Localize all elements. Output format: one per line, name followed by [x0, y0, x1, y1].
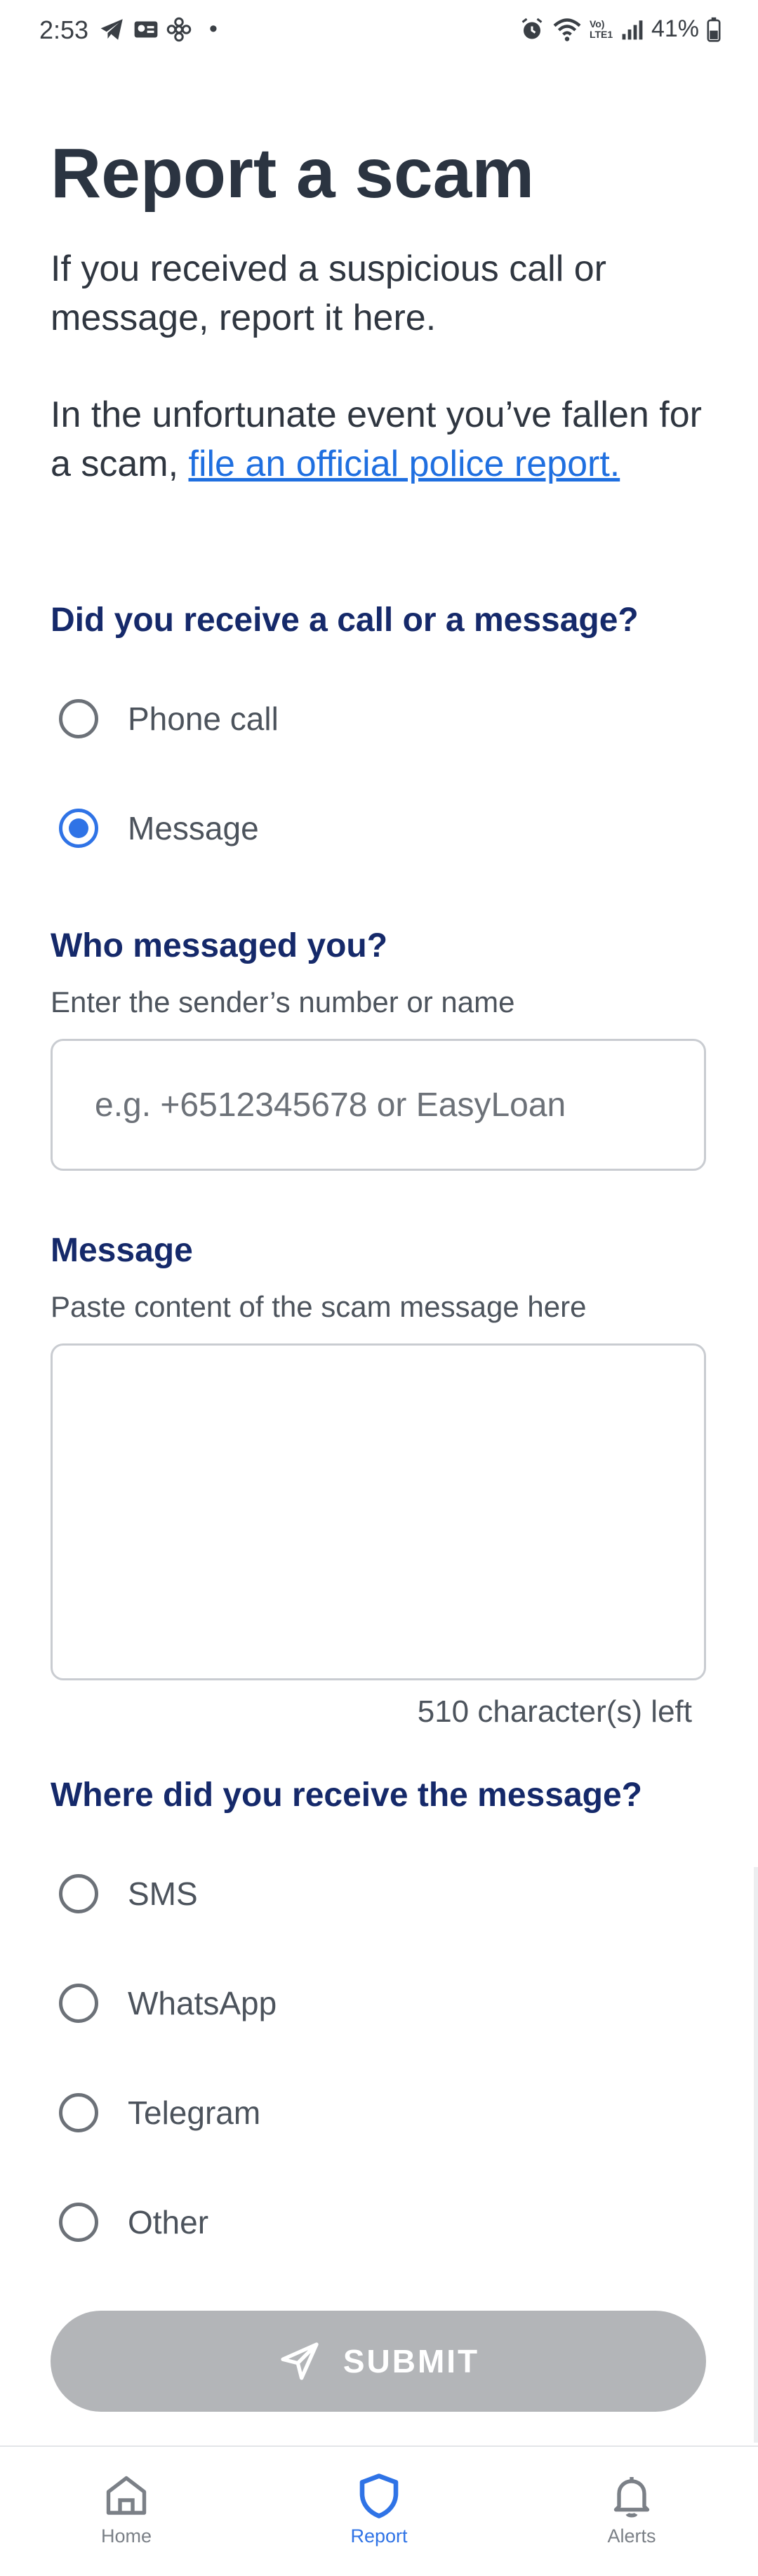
signal-icon: [622, 20, 643, 39]
submit-button[interactable]: SUBMIT: [51, 2311, 706, 2412]
radio-button[interactable]: [59, 1984, 98, 2023]
battery-icon: [707, 17, 721, 42]
radio-label: SMS: [128, 1875, 198, 1912]
sender-input-container: [51, 1039, 706, 1171]
radio-other[interactable]: Other: [59, 2203, 208, 2242]
radio-button[interactable]: [59, 1874, 98, 1913]
sender-hint: Enter the sender’s number or name: [51, 985, 515, 1018]
message-input-container: [51, 1343, 706, 1680]
status-system-icons: Vo) LTE1 41%: [519, 15, 722, 43]
sender-question: Who messaged you?: [51, 927, 388, 964]
nav-label-report: Report: [350, 2525, 408, 2547]
bell-icon: [613, 2477, 650, 2518]
intro-text: If you received a suspicious call or mes…: [51, 248, 606, 338]
bottom-navigation: Home Report Alerts: [0, 2445, 758, 2576]
wifi-icon: [553, 18, 581, 41]
message-question: Message: [51, 1232, 193, 1269]
alarm-icon: [521, 18, 543, 39]
radio-telegram[interactable]: Telegram: [59, 2093, 260, 2132]
radio-label: Other: [128, 2204, 209, 2240]
id-card-icon: [134, 21, 158, 37]
radio-message[interactable]: Message: [59, 809, 259, 848]
nav-item-report[interactable]: Report: [253, 2447, 505, 2576]
radio-button[interactable]: [59, 2093, 98, 2132]
status-time: 2:53: [39, 15, 89, 44]
nav-label-home: Home: [100, 2525, 152, 2547]
radio-label: Message: [128, 810, 259, 847]
nav-item-home[interactable]: Home: [0, 2447, 253, 2576]
police-report-link[interactable]: file an official police report.: [189, 444, 620, 484]
volte-label: Vo) LTE1: [589, 18, 613, 40]
radio-label: WhatsApp: [128, 1985, 277, 2021]
send-icon: [281, 2342, 319, 2380]
telegram-icon: [100, 18, 123, 40]
sender-input[interactable]: [53, 1041, 704, 1169]
home-icon: [106, 2476, 147, 2515]
nav-label-alerts: Alerts: [607, 2525, 656, 2547]
radio-sms[interactable]: SMS: [59, 1874, 198, 1913]
contact-type-question: Did you receive a call or a message?: [51, 602, 639, 639]
scroll-indicator[interactable]: [754, 1867, 758, 2443]
submit-label: SUBMIT: [343, 2343, 480, 2379]
shield-icon: [359, 2474, 399, 2518]
battery-percent: 41%: [651, 15, 699, 42]
fan-icon: [166, 17, 192, 41]
radio-button[interactable]: [59, 699, 98, 738]
notification-dot: •: [209, 15, 218, 42]
character-counter: 510 character(s) left: [417, 1694, 692, 1729]
radio-button[interactable]: [59, 2203, 98, 2242]
police-report-text: In the unfortunate event you’ve fallen f…: [51, 390, 710, 489]
radio-phone-call[interactable]: Phone call: [59, 699, 279, 738]
radio-label: Phone call: [128, 701, 279, 737]
status-notification-icons: •: [98, 15, 218, 43]
platform-question: Where did you receive the message?: [51, 1777, 642, 1814]
nav-item-alerts[interactable]: Alerts: [505, 2447, 758, 2576]
radio-whatsapp[interactable]: WhatsApp: [59, 1984, 277, 2023]
radio-label: Telegram: [128, 2094, 261, 2131]
message-hint: Paste content of the scam message here: [51, 1290, 587, 1323]
radio-button-selected[interactable]: [59, 809, 98, 848]
message-textarea[interactable]: [53, 1346, 704, 1678]
page-title: Report a scam: [51, 134, 535, 213]
